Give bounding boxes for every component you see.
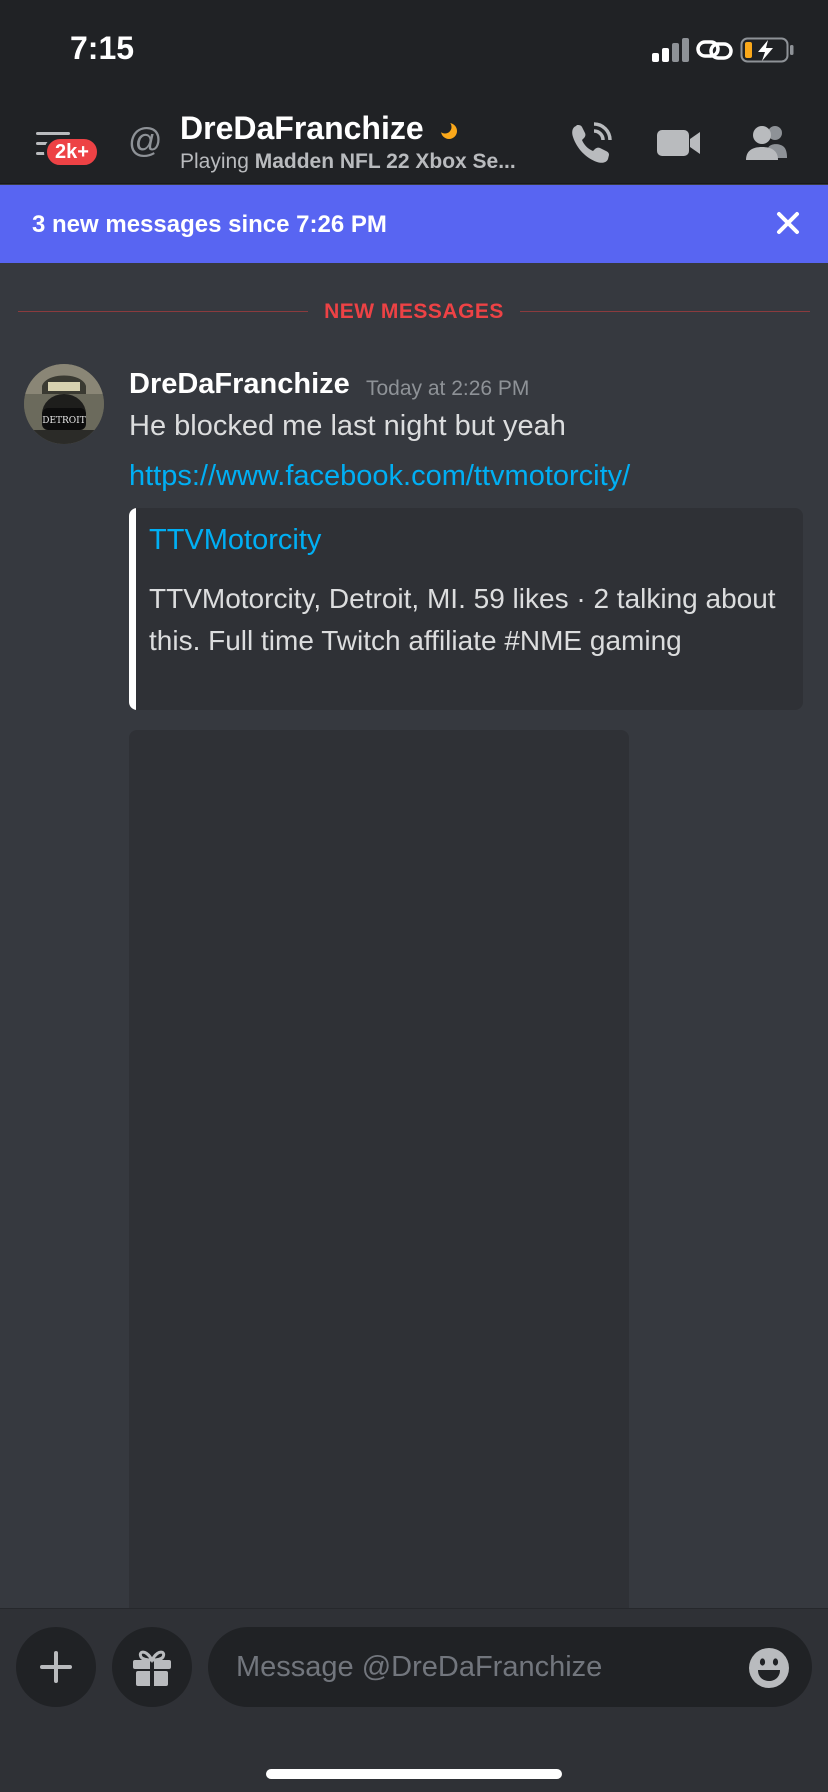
- gift-icon: [133, 1650, 171, 1686]
- home-indicator: [266, 1769, 562, 1779]
- embed-accent-bar: [129, 508, 136, 710]
- message-composer: Message @DreDaFranchize: [0, 1608, 828, 1792]
- close-icon[interactable]: [770, 205, 806, 241]
- message-input[interactable]: Message @DreDaFranchize: [208, 1627, 812, 1707]
- embed-title[interactable]: TTVMotorcity: [149, 524, 321, 557]
- status-game: Madden NFL 22 Xbox Se...: [254, 150, 516, 173]
- status-clock: 7:15: [70, 30, 135, 66]
- message-placeholder: Message @DreDaFranchize: [236, 1651, 603, 1683]
- link-embed: TTVMotorcity TTVMotorcity, Detroit, MI. …: [129, 508, 803, 710]
- header-status: Playing Madden NFL 22 Xbox Se...: [180, 150, 516, 174]
- phone-call-icon[interactable]: [566, 118, 616, 168]
- add-attachment-button[interactable]: [16, 1627, 96, 1707]
- idle-moon-icon: [440, 122, 457, 139]
- battery-charging-icon: [740, 37, 794, 63]
- signal-icon: [652, 38, 690, 62]
- avatar[interactable]: DETROIT: [24, 364, 104, 444]
- embed-description: TTVMotorcity, Detroit, MI. 59 likes · 2 …: [149, 583, 776, 656]
- embed-image-placeholder[interactable]: [129, 730, 629, 1610]
- link-icon: [696, 40, 733, 60]
- notification-badge: 2k+: [44, 136, 100, 168]
- at-icon: @: [128, 122, 163, 160]
- status-bar: 7:15: [0, 0, 828, 100]
- members-icon[interactable]: [742, 118, 792, 168]
- message-text: He blocked me last night but yeah: [129, 410, 566, 442]
- message-author[interactable]: DreDaFranchize: [129, 368, 350, 401]
- divider-label: NEW MESSAGES: [308, 300, 520, 323]
- dm-screen: 7:15 2k+ @ DreDaFranchize Playing Madden…: [0, 0, 828, 1792]
- avatar-image: DETROIT: [24, 364, 104, 444]
- header-username[interactable]: DreDaFranchize: [180, 110, 424, 147]
- svg-text:DETROIT: DETROIT: [42, 416, 86, 426]
- message-link[interactable]: https://www.facebook.com/ttvmotorcity/: [129, 460, 630, 493]
- dm-header: 2k+ @ DreDaFranchize Playing Madden NFL …: [0, 100, 828, 184]
- gift-button[interactable]: [112, 1627, 192, 1707]
- plus-icon: [40, 1651, 72, 1683]
- video-camera-icon[interactable]: [654, 118, 704, 168]
- new-messages-text[interactable]: 3 new messages since 7:26 PM: [32, 211, 387, 239]
- new-messages-bar[interactable]: 3 new messages since 7:26 PM: [0, 185, 828, 263]
- status-prefix: Playing: [180, 150, 255, 173]
- emoji-icon[interactable]: [748, 1647, 790, 1689]
- message-timestamp: Today at 2:26 PM: [366, 377, 530, 400]
- new-messages-divider: NEW MESSAGES: [18, 296, 810, 326]
